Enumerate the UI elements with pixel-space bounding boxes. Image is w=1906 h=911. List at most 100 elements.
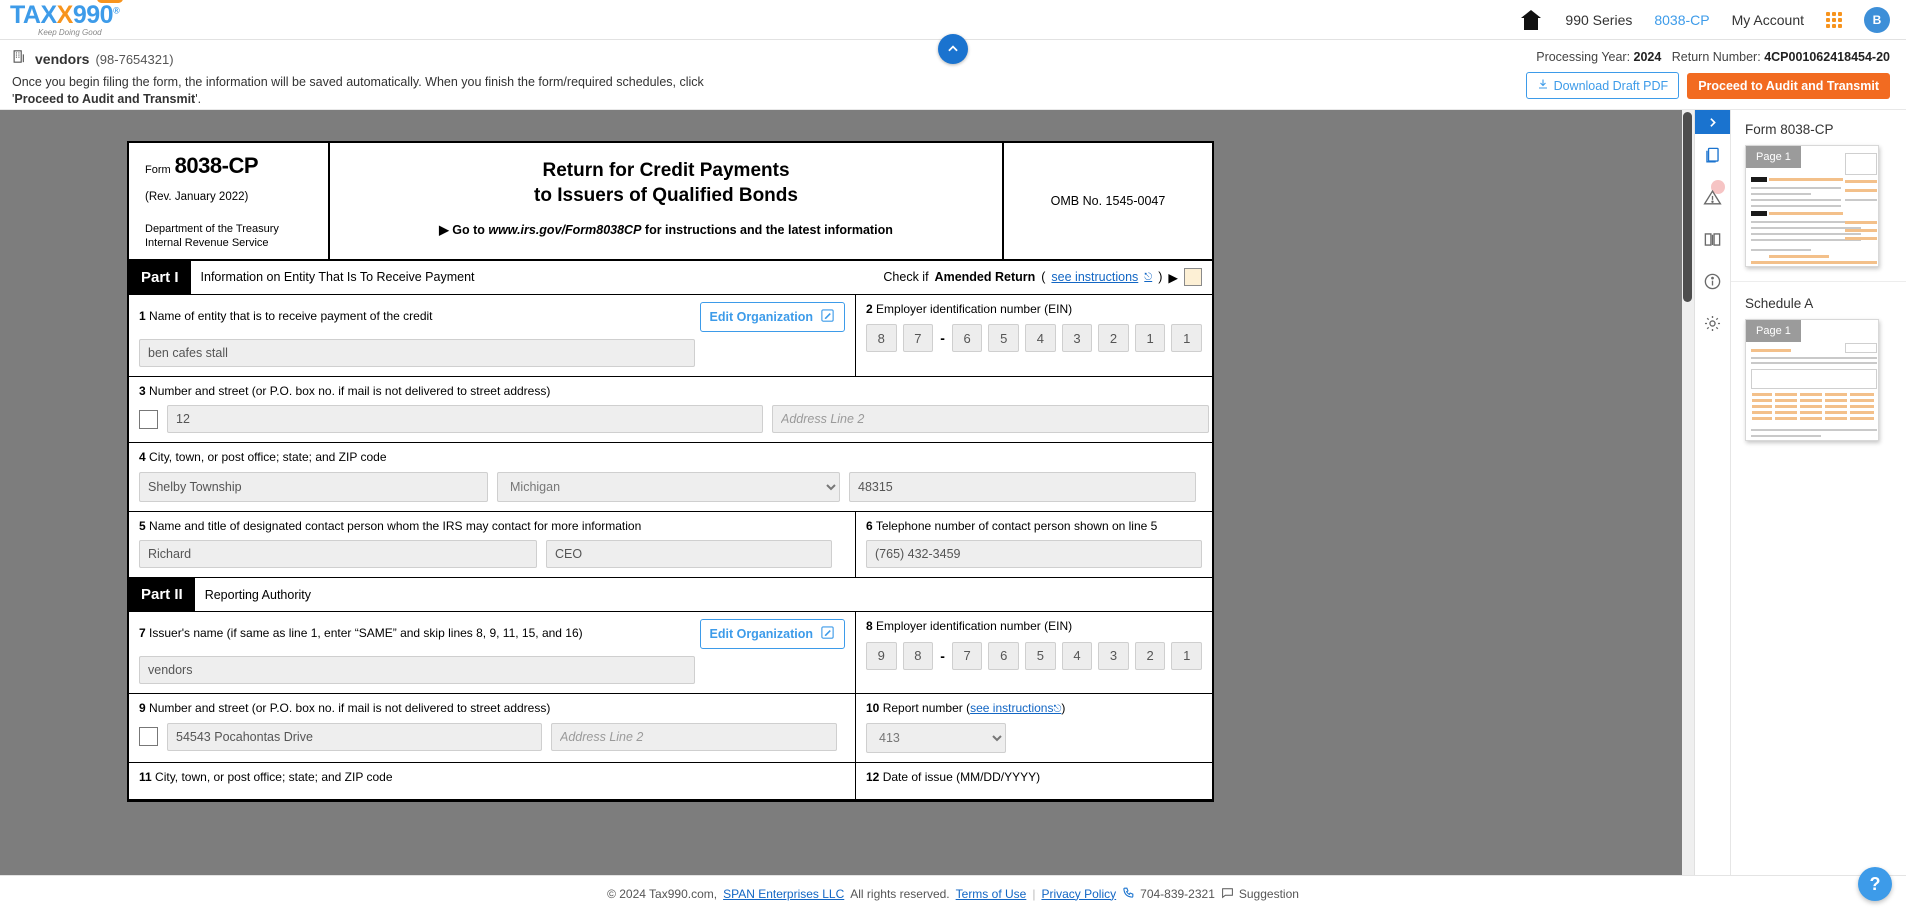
line-9-number: 9 [139,701,146,716]
canvas-scrollbar[interactable] [1682,110,1694,911]
ein2-digit-8[interactable]: 2 [1134,641,1166,670]
amended-see-instructions-link[interactable]: see instructions [1051,270,1138,284]
ein1-digit-1[interactable]: 7 [902,324,934,353]
edit-organization-button-line-1[interactable]: Edit Organization [699,301,845,332]
collapse-header-button[interactable] [938,34,968,64]
ein2-digit-5[interactable]: 5 [1025,641,1056,670]
line-10-cell: 10 Report number (see instructions⎋) 413 [856,694,1212,762]
address-line-2-input[interactable] [772,405,1209,434]
line-10-label: 10 Report number (see instructions⎋) [866,701,1202,717]
contact-phone-input[interactable] [866,540,1202,569]
line-1-number: 1 [139,308,146,323]
form-identifier: Form 8038-CP [145,153,328,179]
ein1-digit-5[interactable]: 4 [1025,324,1056,353]
proceed-to-audit-and-transmit-button[interactable]: Proceed to Audit and Transmit [1687,72,1890,99]
rail-item-forms[interactable] [1695,134,1731,176]
issuer-name-input[interactable] [139,656,695,685]
home-building-icon[interactable] [1519,8,1543,32]
tax990-logo[interactable]: TAXX990® PRO Keep Doing Good [10,0,124,37]
footer-company-link[interactable]: SPAN Enterprises LLC [723,887,844,901]
ein2-digit-6[interactable]: 4 [1061,641,1093,670]
ein2-digit-4[interactable]: 6 [988,641,1020,670]
amended-prefix: Check if [883,270,929,284]
rail-item-settings[interactable] [1695,302,1731,344]
footer-phone-item[interactable]: 704-839-2321 [1122,886,1215,902]
expand-panel-button[interactable] [1694,110,1731,134]
line-1-cell: 1 Name of entity that is to receive paym… [129,294,856,376]
nav-link-8038-cp[interactable]: 8038-CP [1654,12,1709,28]
ein1-digit-3[interactable]: 6 [951,324,983,353]
ein2-digit-3[interactable]: 7 [951,641,983,670]
sub-header: vendors (98-7654321) Once you begin fili… [0,34,1906,110]
department-line-1: Department of the Treasury [145,223,279,235]
thumbnail-section-schedule-a: Schedule A Page 1 [1731,296,1906,455]
amended-return-checkbox[interactable] [1184,268,1202,286]
form-row-4: 4 City, town, or post office; state; and… [129,443,1212,512]
ein2-digit-0[interactable]: 9 [866,641,897,670]
ein2-digit-9[interactable]: 1 [1171,641,1203,670]
rail-item-warnings[interactable] [1695,176,1731,218]
ein2-digit-1[interactable]: 8 [902,641,934,670]
download-draft-pdf-button[interactable]: Download Draft PDF [1525,72,1680,99]
contact-title-input[interactable] [546,540,832,569]
line-4-label-text: City, town, or post office; state; and Z… [149,450,387,465]
avatar[interactable]: B [1864,6,1890,33]
goto-prefix: ▶ Go to [439,223,485,238]
ein2-digit-7[interactable]: 3 [1098,641,1129,670]
thumbnail-card-form-page-1[interactable]: Page 1 [1745,145,1879,267]
po-box-checkbox[interactable] [139,409,158,429]
help-button[interactable]: ? [1858,867,1892,901]
processing-year-label: Processing Year: [1536,50,1631,64]
rail-item-instructions[interactable] [1695,218,1731,260]
line-6-label-text: Telephone number of contact person shown… [875,518,1158,533]
edit-organization-button-line-7[interactable]: Edit Organization [699,619,845,650]
external-link-icon[interactable]: ⎋ [1144,272,1152,283]
footer-privacy-link[interactable]: Privacy Policy [1041,887,1116,901]
line-9-label: 9 Number and street (or P.O. box no. if … [139,701,845,717]
edit-pencil-icon-2 [820,625,835,643]
line-7-label: 7 Issuer's name (if same as line 1, ente… [139,626,583,642]
ein1-digit-4[interactable]: 5 [988,324,1020,353]
issuer-po-box-checkbox[interactable] [139,727,158,747]
nav-link-my-account[interactable]: My Account [1732,12,1804,28]
line-5-label: 5 Name and title of designated contact p… [139,519,845,535]
top-nav-links: 990 Series 8038-CP My Account B [1519,6,1906,33]
footer-suggestion-item[interactable]: Suggestion [1221,886,1299,902]
book-icon [1704,232,1721,246]
form-header: Form 8038-CP (Rev. January 2022) Departme… [129,143,1212,261]
scrollbar-thumb[interactable] [1683,112,1692,302]
form-row-3: 3 Number and street (or P.O. box no. if … [129,377,1212,444]
form-canvas: Form 8038-CP (Rev. January 2022) Departme… [0,110,1694,911]
footer-copyright: © 2024 Tax990.com, [607,886,718,901]
contact-name-input[interactable] [139,540,537,569]
issuer-address-line-1-input[interactable] [167,722,542,751]
return-meta-line: Processing Year: 2024 Return Number: 4CP… [1536,50,1890,64]
nav-link-990-series[interactable]: 990 Series [1565,12,1632,28]
ein1-digit-8[interactable]: 1 [1134,324,1166,353]
entity-name-input[interactable] [139,338,695,367]
ein1-digit-6[interactable]: 3 [1061,324,1093,353]
department-line-2: Internal Revenue Service [145,236,269,249]
footer-terms-link[interactable]: Terms of Use [956,887,1027,901]
ein1-digit-0[interactable]: 8 [866,324,897,353]
state-select[interactable]: Michigan [497,471,840,502]
phone-icon [1122,886,1135,902]
zip-input[interactable] [849,471,1196,502]
grid-apps-icon[interactable] [1826,11,1842,28]
report-number-see-instructions-link[interactable]: see instructions [970,701,1053,715]
part-1-bar: Part I Information on Entity That Is To … [129,260,1212,295]
report-number-select[interactable]: 413 [866,722,1006,753]
issuer-address-line-2-input[interactable] [551,722,837,751]
thumbnail-card-schedule-a-page-1[interactable]: Page 1 [1745,319,1879,441]
address-line-1-input[interactable] [167,405,763,434]
ein1-digit-7[interactable]: 2 [1098,324,1129,353]
rail-item-info[interactable] [1695,260,1731,302]
form-word: Form [145,164,171,176]
part-1-description: Information on Entity That Is To Receive… [200,270,475,284]
organization-ein: (98-7654321) [95,51,174,67]
footer-suggestion-label: Suggestion [1238,886,1299,901]
city-input[interactable] [139,471,488,502]
chevron-up-icon [948,45,958,52]
ein1-digit-9[interactable]: 1 [1171,324,1203,353]
logo-registered-mark: ® [113,5,120,16]
